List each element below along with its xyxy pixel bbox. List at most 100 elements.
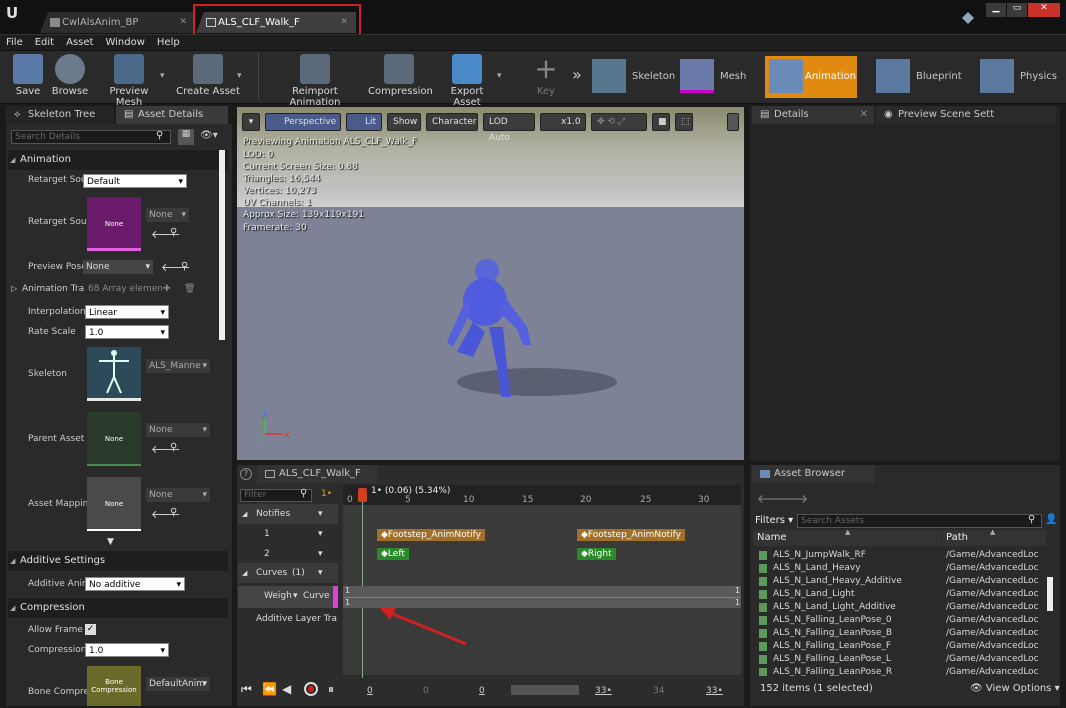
menu-asset[interactable]: Asset [60,35,99,50]
maximize-button[interactable]: ▭ [1007,3,1027,17]
search-details-input[interactable]: Search Details [11,130,171,144]
notify-marker-right[interactable]: ◆Right [577,548,616,560]
mode-physics[interactable]: Physics [980,59,1064,95]
search-icon[interactable]: ⚲ [300,488,307,499]
asset-row[interactable]: ALS_N_JumpWalk_RF/Game/AdvancedLoc [753,549,1043,562]
tab-asset-browser[interactable]: Asset Browser [752,465,874,483]
view-options-button[interactable]: 👁 View Options ▾ [970,683,1060,694]
search-assets-input[interactable]: Search Assets [797,514,1042,528]
minimize-button[interactable]: ▁ [986,3,1006,17]
additive-layer-track[interactable]: Additive Layer Tra [238,609,338,629]
asset-row[interactable]: ALS_N_Land_Light_Additive/Game/AdvancedL… [753,601,1043,614]
mode-mesh[interactable]: Mesh [680,59,760,95]
mode-skeleton[interactable]: Skeleton [592,59,678,95]
menu-file[interactable]: File [0,35,29,50]
export-asset-button[interactable]: Export Asset [436,54,498,108]
grid-view-icon[interactable]: ▦ [178,129,194,145]
asset-row[interactable]: ALS_N_Falling_LeanPose_R/Game/AdvancedLo… [753,666,1043,676]
skeleton-thumbnail[interactable] [87,347,141,401]
user-icon[interactable]: 👤 [1045,514,1057,525]
curves-track-header[interactable]: ◢ Curves (1) ▾ [238,563,338,583]
close-icon[interactable]: ✕ [179,12,187,33]
chevron-down-icon[interactable]: ▾ [497,71,502,81]
tab-timeline-asset[interactable]: ALS_CLF_Walk_F [257,465,377,483]
section-compression[interactable]: Compression [8,598,228,618]
search-icon[interactable]: ⚲ [156,130,163,141]
reimport-animation-button[interactable]: Reimport Animation [266,54,364,108]
asset-row[interactable]: ALS_N_Falling_LeanPose_0/Game/AdvancedLo… [753,614,1043,627]
notifies-track-header[interactable]: ◢ Notifies ▾ [238,504,338,524]
timeline-scrollbar[interactable] [511,685,579,695]
tab-preview-scene-settings[interactable]: ◉ Preview Scene Sett [876,106,1056,124]
search-icon[interactable]: ⚲ [170,442,177,453]
asset-row[interactable]: ALS_N_Land_Light/Game/AdvancedLoc [753,588,1043,601]
playback-speed-button[interactable]: x1.0 [540,113,586,131]
tab-cwlalsanim-bp[interactable]: CwlAlsAnim_BP ✕ [40,12,195,33]
search-icon[interactable]: ⚲ [170,507,177,518]
bone-compression-thumbnail[interactable]: Bone Compression [87,666,141,706]
play-reverse-icon[interactable]: ◀ [282,682,291,696]
chevron-down-icon[interactable]: ▾ [318,563,323,583]
close-window-button[interactable]: ✕ [1028,3,1060,17]
browse-button[interactable]: Browse [50,54,90,97]
asset-row[interactable]: ALS_N_Falling_LeanPose_F/Game/AdvancedLo… [753,640,1043,653]
lit-button[interactable]: Lit [346,113,382,131]
parent-asset-dropdown[interactable]: None [146,423,210,437]
additive-anim-dropdown[interactable]: No additive [85,577,185,592]
notify-event-footstep-1[interactable]: ◆Footstep_AnimNotify [377,529,486,541]
allow-frame-checkbox[interactable]: ✓ [85,624,96,635]
mode-animation[interactable]: Animation [765,56,857,98]
trash-icon[interactable]: 🗑 [184,284,195,294]
notification-icon[interactable] [962,12,974,24]
chevron-down-icon[interactable]: ▾ [160,71,165,81]
step-back-icon[interactable]: ⏪ [262,682,277,696]
search-icon[interactable]: ⚲ [170,227,177,238]
preview-mesh-button[interactable]: Preview Mesh [96,54,162,108]
retarget-source-dropdown[interactable]: Default [83,174,187,189]
perspective-button[interactable]: Perspective [265,113,341,131]
asset-mapping-thumbnail[interactable]: None [87,477,141,531]
asset-row[interactable]: ALS_N_Falling_LeanPose_B/Game/AdvancedLo… [753,627,1043,640]
show-button[interactable]: Show [387,113,421,131]
asset-mapping-dropdown[interactable]: None [146,488,210,502]
interpolation-dropdown[interactable]: Linear [85,305,169,320]
menu-window[interactable]: Window [99,35,150,50]
retarget-source-asset-dropdown[interactable]: None [146,208,189,222]
notify-track-1[interactable]: 1 ▾ [238,524,338,544]
details-scrollbar[interactable] [219,150,225,340]
search-icon[interactable]: ⚲ [1028,514,1035,525]
key-button[interactable]: + Key [530,54,562,98]
chevron-down-icon[interactable]: ▾ [318,504,323,524]
maximize-viewport-icon[interactable]: ⬚ [675,113,693,131]
notify-event-footstep-2[interactable]: ◆Footstep_AnimNotify [577,529,686,541]
skeleton-dropdown[interactable]: ALS_Manne [146,359,210,373]
compression-ratio-field[interactable]: 1.0 [85,643,169,658]
asset-list-scrollbar[interactable] [1047,577,1053,611]
retarget-source-thumbnail[interactable]: None [87,197,141,251]
eye-icon[interactable]: 👁▾ [200,130,218,141]
notify-track-2[interactable]: 2 ▾ [238,544,338,564]
record-button[interactable] [304,682,318,696]
transform-tools[interactable]: ✥ ⟲ ⤢ [591,113,647,131]
viewport[interactable]: Z X Y [237,107,744,460]
chevron-down-icon[interactable]: ▾ [237,71,242,81]
asset-row[interactable]: ALS_N_Land_Heavy/Game/AdvancedLoc [753,562,1043,575]
chevron-down-icon[interactable]: ▾ [293,586,298,606]
filters-button[interactable]: Filters ▾ [755,515,793,526]
character-button[interactable]: Character [426,113,478,131]
tab-details[interactable]: ▤ Details ✕ [752,106,874,124]
asset-row[interactable]: ALS_N_Falling_LeanPose_L/Game/AdvancedLo… [753,653,1043,666]
chevron-down-icon[interactable]: ▾ [318,524,323,544]
close-icon[interactable]: ✕ [860,106,868,124]
parent-asset-thumbnail[interactable]: None [87,412,141,466]
rate-scale-field[interactable]: 1.0 [85,325,169,340]
preview-pose-dropdown[interactable]: None [83,260,153,274]
chevron-down-icon[interactable]: ▾ [318,544,323,564]
mode-blueprint[interactable]: Blueprint [876,59,968,95]
skip-to-start-icon[interactable]: ⏮ [241,682,252,697]
notify-marker-left[interactable]: ◆Left [377,548,409,560]
menu-edit[interactable]: Edit [29,35,60,50]
create-asset-button[interactable]: Create Asset [176,54,240,97]
camera-icon[interactable]: ■ [652,113,670,131]
bone-compression-dropdown[interactable]: DefaultAnim [146,677,210,691]
